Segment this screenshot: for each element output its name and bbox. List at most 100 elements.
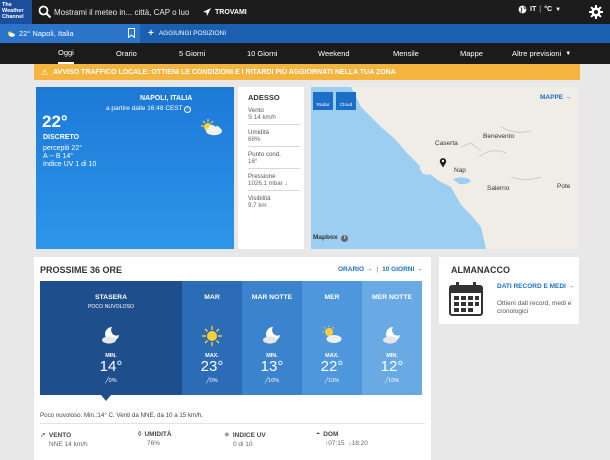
detail-value: 1026.1 mbar ↓ [248,180,288,187]
chevron-down-icon: ▼ [555,6,562,13]
forecast-tabs: Oggi Orario 5 Giorni 10 Giorni Weekend M… [0,43,610,64]
find-me-button[interactable]: TROVAMI [202,4,247,20]
radar-map[interactable]: Radar Cloud MAPPE → Caserta Benevento Na… [311,87,579,249]
period-name: MAR [204,294,220,301]
detail-label: Pressione [248,173,276,180]
more-forecasts-label: Altre previsioni [512,49,562,58]
detail-label: Visibilità [248,195,271,202]
location-pin-icon [439,158,447,168]
period-temperature: 23° [200,358,224,375]
detail-value: 9.7 km [248,202,267,209]
forecast-period[interactable]: STASERA POCO NUVOLOSO MIN. 14° ╱0% [40,281,182,395]
mapbox-attribution: Mapbox i [313,234,349,242]
precip-value: 10% [328,378,340,384]
almanac-description: Ottieni dati record, medi e cronologici [497,300,572,315]
period-name: MAR NOTTE [251,294,293,301]
bookmark-icon[interactable] [128,28,135,38]
selected-period-pointer [101,395,111,401]
almanac-link[interactable]: DATI RECORD E MEDI → [497,283,575,291]
stat-uv-index: ✳ INDICE UV 0 di 10 [224,431,266,449]
ten-day-link-label: 10 GIORNI [382,266,415,273]
stat-value: 0 di 10 [233,441,253,448]
stat-humidity: ◊ UMIDITÀ 76% [138,431,172,447]
stat-label-text: INDICE UV [232,431,266,439]
tab-monthly[interactable]: Mensile [393,43,419,64]
info-icon[interactable]: i [341,235,349,242]
ten-day-link[interactable]: 10 GIORNI → [382,266,422,273]
detail-label: Umidità [248,129,269,136]
caret-down-icon: ▼ [565,50,572,57]
detail-visibility: Visibilità 9.7 km [248,195,300,212]
forecast-narrative: Poco nuvoloso. Min.:14° C. Venti da NNE,… [40,412,204,419]
period-name: MER NOTTE [371,294,413,301]
globe-icon [518,5,527,14]
stat-sun: ◓ DOM ↑07:15 ↓18:20 [316,431,368,447]
map-city-label: Benevento [483,133,515,140]
sunrise-icon: ◓ [316,431,321,438]
weather-channel-logo[interactable]: The Weather Channel [0,0,32,24]
language-unit-selector[interactable]: IT | °C ▼ [518,5,561,14]
detail-pressure: Pressione 1026.1 mbar ↓ [248,173,300,191]
stat-label: ➚ VENTO [40,431,88,440]
refresh-icon[interactable]: › [184,106,192,113]
tab-5-days[interactable]: 5 Giorni [179,43,205,64]
divider [40,423,425,424]
precip-chance: ╱0% [40,378,182,384]
current-location-item[interactable]: 22° Napoli, Italia [0,24,140,43]
logo-line: Channel [2,14,24,20]
updated-time-text: a partire dalle 16:48 CEST [106,105,183,112]
sunset-time: 18:20 [351,440,368,447]
stat-value: NNE 14 km/h [49,441,88,448]
hourly-link-label: ORARIO [338,266,364,273]
detail-value: 68% [248,136,261,143]
map-city-label: Nap [454,167,466,174]
find-me-label: TROVAMI [215,8,247,16]
search-input[interactable] [54,5,189,19]
drop-icon: ◊ [138,431,142,438]
period-temperature: 12° [380,358,404,375]
tab-hourly[interactable]: Orario [116,43,137,64]
current-details-panel: ADESSO Vento S 14 km/h Umidità 68% Punto… [238,87,304,249]
unit-label: °C [544,6,553,13]
maps-link-label: MAPPE [540,94,564,101]
tab-today[interactable]: Oggi [58,43,74,64]
language-label: IT [530,6,537,13]
cloud-toggle[interactable]: Cloud [336,92,356,110]
almanac-title: ALMANACCO [451,265,510,275]
detail-value: 16° [248,158,258,165]
forecast-period[interactable]: MAR MAX. 23° ╱0% [182,281,242,395]
detail-humidity: Umidità 68% [248,129,300,147]
divider: | [539,6,542,13]
current-city: NAPOLI, ITALIA [140,95,193,102]
detail-label: Vento [248,107,264,114]
traffic-alert-banner[interactable]: ⚠ AVVISO TRAFFICO LOCALE: OTTIENI LE CON… [34,64,580,80]
add-location-button[interactable]: + AGGIUNGI POSIZIONI [148,24,226,43]
stat-value: 76% [147,440,161,447]
forecast-36-hours: PROSSIME 36 ORE ORARIO → | 10 GIORNI → S… [34,257,431,460]
precip-chance: ╱10% [242,378,302,384]
radar-toggle[interactable]: Radar [313,92,333,110]
search-icon[interactable] [38,5,52,19]
current-location-label: 22° Napoli, Italia [19,29,74,38]
maps-link[interactable]: MAPPE → [540,94,571,101]
tab-10-days[interactable]: 10 Giorni [247,43,277,64]
stat-wind: ➚ VENTO NNE 14 km/h [40,431,88,449]
forecast-period[interactable]: MER NOTTE MIN. 12° ╱10% [362,281,422,395]
forecast-period[interactable]: MER MAX. 22° ╱10% [302,281,362,395]
uv-index: Indice UV 1 di 10 [43,161,97,168]
tab-more-forecasts[interactable]: Altre previsioni ▼ [512,43,571,64]
almanac-link-label: DATI RECORD E MEDI [497,283,566,290]
tab-maps[interactable]: Mappe [460,43,483,64]
sunrise-time: 07:15 [328,440,345,447]
stat-label-text: VENTO [48,431,72,439]
mapbox-label: Mapbox [313,234,338,241]
partly-cloudy-mini-icon [8,31,15,37]
plus-icon: + [148,28,154,39]
precip-chance: ╱10% [302,378,362,384]
calendar-icon [449,282,483,316]
gear-icon[interactable] [588,4,604,20]
precip-chance: ╱10% [362,378,422,384]
forecast-period[interactable]: MAR NOTTE MIN. 13° ╱10% [242,281,302,395]
tab-weekend[interactable]: Weekend [318,43,350,64]
hourly-link[interactable]: ORARIO → [338,266,372,273]
